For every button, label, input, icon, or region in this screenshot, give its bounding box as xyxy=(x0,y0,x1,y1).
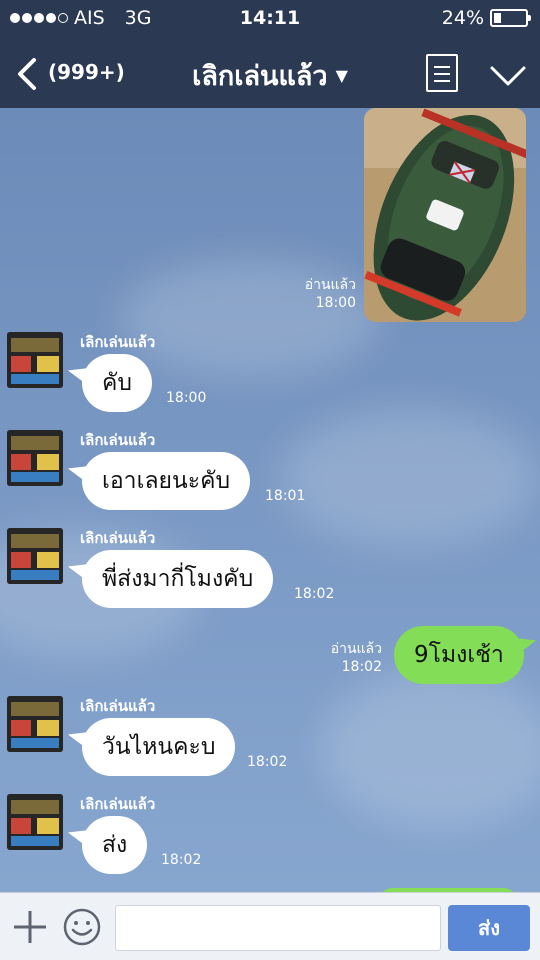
avatar[interactable] xyxy=(7,696,63,752)
battery-icon xyxy=(490,9,531,27)
sender-name: เลิกเล่นแล้ว xyxy=(80,431,156,449)
notes-icon[interactable] xyxy=(426,54,458,92)
rc-car-photo xyxy=(364,108,526,322)
emoji-icon[interactable] xyxy=(62,907,102,947)
incoming-message[interactable]: วันไหนคะบ xyxy=(82,718,236,776)
caret-down-icon: ▼ xyxy=(335,66,348,85)
outgoing-message[interactable]: 9โมงเช้า xyxy=(394,626,524,684)
input-bar: ส่ง xyxy=(0,892,540,960)
outgoing-meta: อ่านแล้ว 18:02 xyxy=(318,640,382,676)
incoming-message[interactable]: พี่ส่งมากี่โมงคับ xyxy=(82,550,274,608)
message-input[interactable] xyxy=(115,905,441,951)
message-time: 18:02 xyxy=(247,754,288,770)
sender-name: เลิกเล่นแล้ว xyxy=(80,333,156,351)
avatar[interactable] xyxy=(7,528,63,584)
photo-message[interactable] xyxy=(364,108,526,322)
battery-percent: 24% xyxy=(441,7,484,29)
chat-title-text: เลิกเล่นแล้ว xyxy=(192,61,328,92)
message-time: 18:01 xyxy=(265,488,306,504)
chat-title[interactable]: เลิกเล่นแล้ว ▼ xyxy=(0,54,540,97)
plus-icon[interactable] xyxy=(12,909,48,945)
incoming-message[interactable]: ส่ง xyxy=(82,816,148,874)
nav-bar: (999+) เลิกเล่นแล้ว ▼ xyxy=(0,36,540,108)
sender-name: เลิกเล่นแล้ว xyxy=(80,697,156,715)
avatar[interactable] xyxy=(7,794,63,850)
chevron-down-icon[interactable] xyxy=(488,56,528,96)
status-bar: AIS 3G 14:11 24% xyxy=(0,0,540,36)
incoming-message[interactable]: คับ xyxy=(82,354,152,412)
avatar[interactable] xyxy=(7,332,63,388)
header: AIS 3G 14:11 24% (999+) เลิกเล่นแล้ว ▼ xyxy=(0,0,540,108)
chat-area[interactable]: อ่านแล้ว 18:00 เลิกเล่นแล้ว คับ 18:00 เล… xyxy=(0,108,540,892)
incoming-message[interactable]: เอาเลยนะคับ xyxy=(82,452,251,510)
sender-name: เลิกเล่นแล้ว xyxy=(80,795,156,813)
message-time: 18:02 xyxy=(341,659,382,675)
message-time: 18:00 xyxy=(166,390,207,406)
photo-meta: อ่านแล้ว 18:00 xyxy=(296,276,356,312)
avatar[interactable] xyxy=(7,430,63,486)
send-button[interactable]: ส่ง xyxy=(448,905,530,951)
message-time: 18:02 xyxy=(161,852,202,868)
sender-name: เลิกเล่นแล้ว xyxy=(80,529,156,547)
read-receipt: อ่านแล้ว xyxy=(330,641,382,657)
message-time: 18:00 xyxy=(315,295,356,311)
message-time: 18:02 xyxy=(294,586,335,602)
read-receipt: อ่านแล้ว xyxy=(304,277,356,293)
